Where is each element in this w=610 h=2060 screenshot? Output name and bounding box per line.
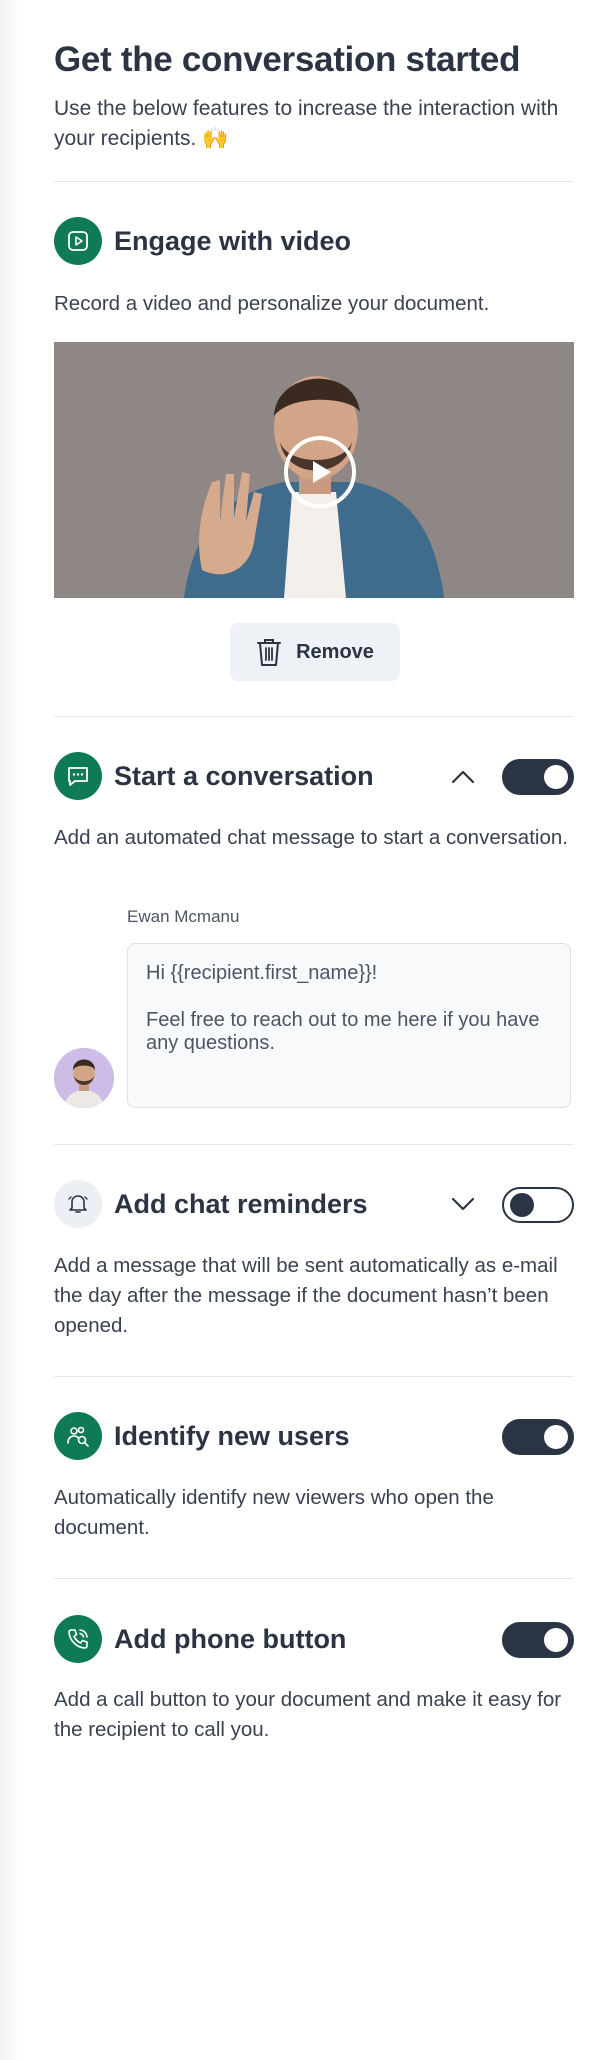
play-icon: [54, 217, 102, 265]
conversation-section-description: Add an automated chat message to start a…: [54, 826, 568, 849]
chat-icon: [54, 752, 102, 800]
sender-name: Ewan Mcmanu: [127, 907, 240, 926]
chevron-down-icon[interactable]: [450, 1194, 476, 1214]
conversation-section-header: Start a conversation: [54, 752, 574, 800]
reminders-section-header: Add chat reminders: [54, 1180, 574, 1228]
phone-icon: [54, 1615, 102, 1663]
panel-shadow: [0, 0, 20, 2060]
toggle-knob: [544, 765, 568, 789]
identify-section-header: Identify new users: [54, 1412, 574, 1460]
page-title: Get the conversation started: [54, 40, 521, 79]
phone-section-title: Add phone button: [114, 1623, 347, 1654]
video-section-header: Engage with video: [54, 217, 574, 265]
phone-section-description: Add a call button to your document and m…: [54, 1688, 562, 1741]
avatar: [54, 1048, 114, 1108]
divider: [54, 1578, 574, 1579]
video-preview[interactable]: [54, 342, 574, 598]
conversation-settings-panel: Get the conversation started Use the bel…: [54, 0, 574, 2060]
toggle-knob: [544, 1425, 568, 1449]
divider: [54, 1376, 574, 1377]
reminders-section-description: Add a message that will be sent automati…: [54, 1254, 558, 1337]
remove-video-button[interactable]: Remove: [230, 623, 400, 681]
divider: [54, 1144, 574, 1145]
toggle-knob: [544, 1628, 568, 1652]
video-section-description: Record a video and personalize your docu…: [54, 292, 490, 315]
play-button[interactable]: [284, 436, 356, 508]
chevron-up-icon[interactable]: [450, 766, 476, 786]
trash-icon: [257, 639, 282, 666]
toggle-knob: [510, 1193, 534, 1217]
conversation-toggle[interactable]: [502, 759, 574, 795]
chat-message-body: Feel free to reach out to me here if you…: [146, 1009, 540, 1054]
identify-toggle[interactable]: [502, 1419, 574, 1455]
reminders-section-title: Add chat reminders: [114, 1188, 368, 1219]
intro-text: Use the below features to increase the i…: [54, 97, 559, 150]
chat-message-field[interactable]: Hi {{recipient.first_name}}! Feel free t…: [127, 943, 571, 1108]
video-section-title: Engage with video: [114, 225, 352, 256]
divider: [54, 181, 574, 182]
phone-section-header: Add phone button: [54, 1615, 574, 1663]
chat-message-greeting: Hi {{recipient.first_name}}!: [146, 962, 378, 984]
remove-button-label: Remove: [296, 640, 374, 663]
divider: [54, 716, 574, 717]
phone-toggle[interactable]: [502, 1622, 574, 1658]
reminders-toggle[interactable]: [502, 1187, 574, 1223]
play-triangle-icon: [313, 461, 331, 483]
users-search-icon: [54, 1412, 102, 1460]
bell-icon: [54, 1180, 102, 1228]
conversation-section-title: Start a conversation: [114, 760, 374, 791]
identify-section-description: Automatically identify new viewers who o…: [54, 1486, 494, 1539]
identify-section-title: Identify new users: [114, 1420, 350, 1451]
